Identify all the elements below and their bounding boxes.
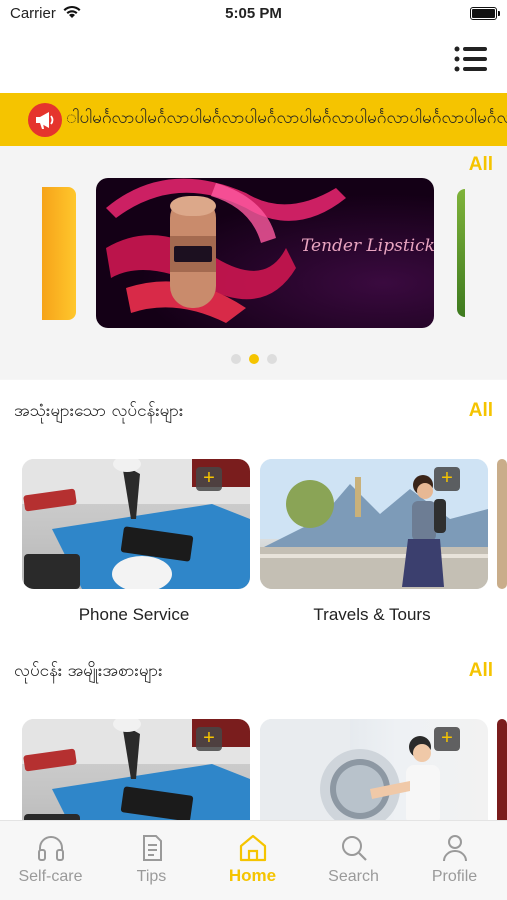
popular-services-header: အသုံးများသော လုပ်ငန်းများ All bbox=[0, 380, 507, 445]
carousel-banner-previous[interactable] bbox=[42, 187, 76, 320]
status-bar: Carrier 5:05 PM bbox=[0, 0, 507, 28]
categories-row: + + bbox=[0, 705, 507, 820]
hamburger-menu-icon[interactable] bbox=[454, 46, 487, 72]
phone-service-card[interactable]: + bbox=[22, 459, 250, 589]
phone-category-card[interactable]: + bbox=[22, 719, 250, 820]
add-button[interactable]: + bbox=[196, 727, 222, 751]
page-dot[interactable] bbox=[230, 354, 241, 364]
bottom-tab-bar: Self-care Tips Home Search Profile bbox=[0, 820, 507, 900]
tab-label: Home bbox=[228, 866, 277, 885]
popular-all-link[interactable]: All bbox=[469, 400, 493, 422]
tab-profile[interactable]: Profile bbox=[404, 821, 505, 900]
add-button[interactable]: + bbox=[434, 467, 460, 491]
banner-title: Tender Lipstick bbox=[301, 236, 434, 256]
carousel-pagination bbox=[0, 349, 507, 368]
marquee-text: ါပါမင်္ဂလာပါမင်္ဂလာပါမင်္ဂလာပါမင်္ဂလာပါမ… bbox=[66, 108, 507, 128]
promo-carousel: All Tender Lipstick bbox=[0, 146, 507, 379]
tab-label: Self-care bbox=[18, 868, 83, 885]
carousel-banner-next[interactable] bbox=[457, 189, 465, 317]
next-card-peek[interactable] bbox=[497, 719, 507, 820]
travels-tours-card[interactable]: + bbox=[260, 459, 488, 589]
card-label: Phone Service bbox=[78, 605, 190, 624]
popular-services-row: + Phone Service + Travels & Tours bbox=[0, 445, 507, 640]
top-app-bar bbox=[0, 28, 507, 93]
page-dot-active[interactable] bbox=[248, 354, 259, 364]
document-icon bbox=[143, 835, 162, 861]
tab-home[interactable]: Home bbox=[202, 821, 303, 900]
search-icon bbox=[342, 836, 367, 861]
home-icon bbox=[239, 834, 267, 862]
card-label: Travels & Tours bbox=[313, 605, 431, 624]
tab-label: Search bbox=[328, 868, 379, 885]
section-title: လုပ်ငန်း အမျိုးအစားများ bbox=[14, 661, 163, 681]
headphones-icon bbox=[38, 836, 64, 861]
clock: 5:05 PM bbox=[225, 5, 282, 22]
add-button[interactable]: + bbox=[196, 467, 222, 491]
tab-label: Tips bbox=[136, 868, 167, 885]
battery-icon bbox=[470, 7, 500, 20]
tab-label: Profile bbox=[431, 868, 478, 885]
add-button[interactable]: + bbox=[434, 727, 460, 751]
tab-self-care[interactable]: Self-care bbox=[0, 821, 101, 900]
laundry-category-card[interactable]: + bbox=[260, 719, 488, 820]
announcement-marquee: ါပါမင်္ဂလာပါမင်္ဂလာပါမင်္ဂလာပါမင်္ဂလာပါမ… bbox=[0, 93, 507, 146]
megaphone-icon bbox=[28, 103, 62, 137]
person-icon bbox=[443, 835, 467, 862]
tab-tips[interactable]: Tips bbox=[101, 821, 202, 900]
categories-all-link[interactable]: All bbox=[469, 660, 493, 682]
categories-header: လုပ်ငန်း အမျိုးအစားများ All bbox=[0, 640, 507, 705]
page-dot[interactable] bbox=[266, 354, 277, 364]
section-title: အသုံးများသော လုပ်ငန်းများ bbox=[14, 401, 184, 421]
carousel-all-link[interactable]: All bbox=[469, 154, 493, 176]
tab-search[interactable]: Search bbox=[303, 821, 404, 900]
carousel-banner-lipstick[interactable]: Tender Lipstick bbox=[96, 178, 434, 328]
next-card-peek[interactable] bbox=[497, 459, 507, 589]
